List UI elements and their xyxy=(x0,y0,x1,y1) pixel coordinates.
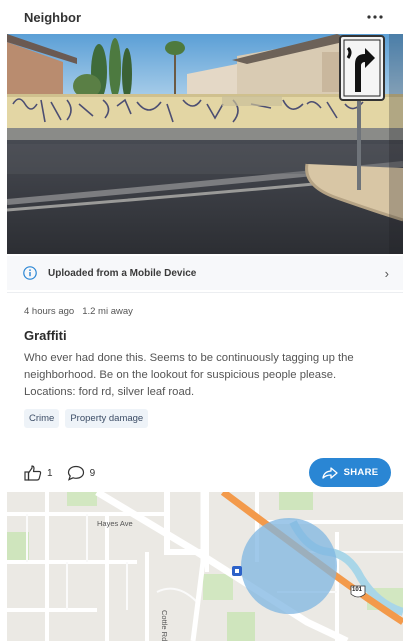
post-title: Graffiti xyxy=(24,328,67,343)
share-arrow-icon xyxy=(321,466,338,479)
tag-property-damage[interactable]: Property damage xyxy=(65,409,149,428)
comment-count: 9 xyxy=(89,467,96,479)
graffiti-photo-image xyxy=(7,34,403,254)
post-content: 4 hours ago 1.2 mi away Graffiti Who eve… xyxy=(24,306,386,428)
map-street-label-2: Cottle Rd xyxy=(160,610,169,641)
post-distance: 1.2 mi away xyxy=(82,306,133,317)
app-root: Neighbor Uploaded from a Mobile Device ›… xyxy=(0,0,403,641)
post-time: 4 hours ago xyxy=(24,306,75,317)
map-image xyxy=(7,492,403,641)
comment-button[interactable]: 9 xyxy=(67,465,96,481)
share-label: SHARE xyxy=(343,467,379,478)
info-icon xyxy=(23,266,37,280)
chevron-right-icon: › xyxy=(384,265,389,281)
post-body: Who ever had done this. Seems to be cont… xyxy=(24,352,354,398)
top-header: Neighbor xyxy=(0,0,403,34)
like-button[interactable]: 1 xyxy=(24,465,53,481)
share-button[interactable]: SHARE xyxy=(309,458,391,487)
post-tags: Crime Property damage xyxy=(24,409,386,428)
upload-source-row[interactable]: Uploaded from a Mobile Device › xyxy=(7,256,403,290)
like-count: 1 xyxy=(47,467,53,479)
post-actions: 1 9 SHARE xyxy=(24,457,391,489)
upload-source-label: Uploaded from a Mobile Device xyxy=(48,267,197,279)
header-title: Neighbor xyxy=(24,9,82,25)
more-horizontal-icon xyxy=(367,15,383,19)
comment-icon xyxy=(67,465,84,481)
post-meta: 4 hours ago 1.2 mi away xyxy=(24,306,386,317)
more-options-button[interactable] xyxy=(363,7,387,27)
thumbs-up-icon xyxy=(24,465,42,481)
post-photo[interactable] xyxy=(7,34,403,254)
location-map[interactable]: Hayes Ave Cottle Rd 101 xyxy=(7,492,403,641)
highway-shield-label: 101 xyxy=(352,587,363,593)
map-street-label: Hayes Ave xyxy=(97,519,133,528)
tag-crime[interactable]: Crime xyxy=(24,409,60,428)
divider xyxy=(7,292,403,293)
